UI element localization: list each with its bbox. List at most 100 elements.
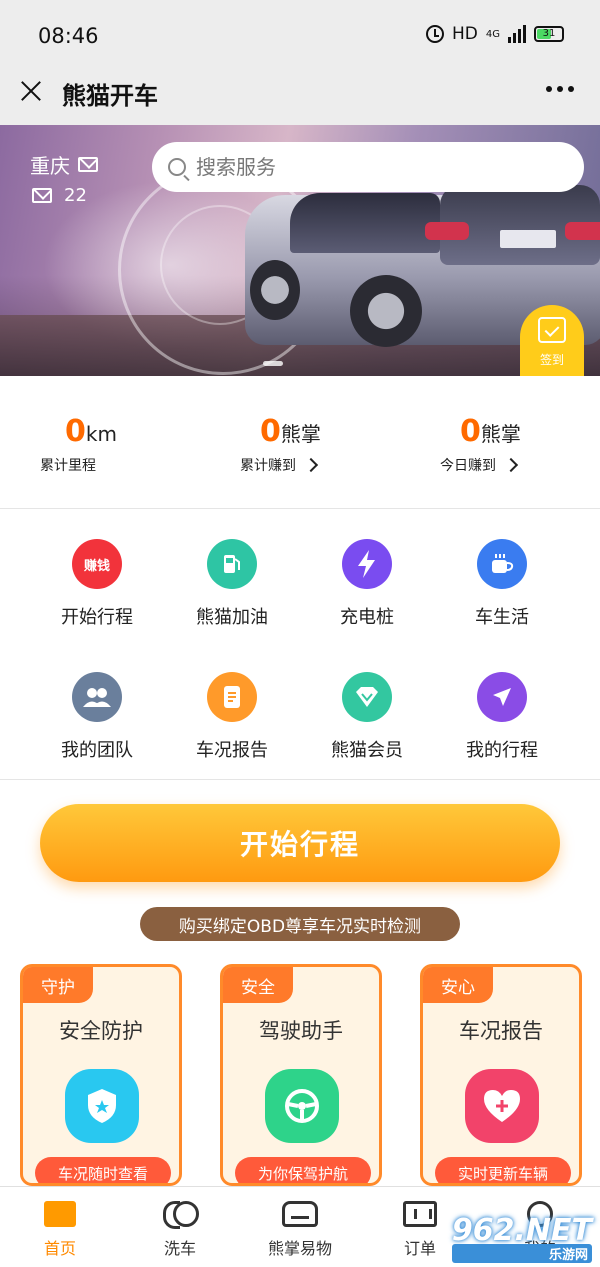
close-icon[interactable] [18, 78, 44, 104]
service-charging[interactable]: 充电桩 [302, 539, 432, 629]
order-icon [403, 1201, 437, 1227]
carousel-indicator [263, 361, 283, 366]
diamond-icon [342, 672, 392, 722]
checkin-label: 签到 [539, 353, 564, 367]
car-tail-light [425, 222, 469, 240]
service-membership[interactable]: 熊猫会员 [302, 672, 432, 762]
network-label: HD [452, 24, 478, 44]
feature-card-driving-assistant[interactable]: 安全 驾驶助手 为你保驾护航 [220, 964, 382, 1186]
steering-wheel-icon [265, 1069, 339, 1143]
heart-plus-icon [465, 1069, 539, 1143]
stat-value: 0 [260, 414, 281, 449]
stat-label: 今日赚到 [440, 458, 496, 474]
promo-banner[interactable]: 重庆 22 签到 [0, 125, 600, 376]
services-grid: 赚钱 开始行程 熊猫加油 充电桩 车生活 我的团队 车况报告 熊猫会员 我的行程 [0, 509, 600, 780]
card-title: 车况报告 [459, 1019, 543, 1043]
stat-total-earned[interactable]: 0 熊掌 累计赚到 [240, 414, 321, 475]
plane-icon [477, 672, 527, 722]
message-indicator[interactable]: 22 [32, 185, 87, 206]
alarm-icon [426, 25, 444, 43]
search-box[interactable] [152, 142, 584, 192]
stat-unit: 熊掌 [280, 422, 321, 446]
service-label: 熊猫加油 [196, 607, 268, 628]
stat-value: 0 [460, 414, 481, 449]
card-tag: 安心 [423, 967, 493, 1003]
nav-home[interactable]: 首页 [10, 1201, 110, 1259]
nav-label: 订单 [403, 1239, 436, 1258]
stat-value: 0 [65, 414, 86, 449]
card-button[interactable]: 实时更新车辆 [435, 1157, 571, 1183]
watermark-text: 962.NET [451, 1213, 592, 1248]
home-icon [44, 1201, 76, 1227]
service-label: 车生活 [475, 607, 529, 628]
service-label: 车况报告 [196, 740, 268, 761]
service-car-report[interactable]: 车况报告 [167, 672, 297, 762]
coffee-cup-icon [477, 539, 527, 589]
service-start-trip[interactable]: 赚钱 开始行程 [32, 539, 162, 629]
team-icon [72, 672, 122, 722]
shield-star-icon [65, 1069, 139, 1143]
service-label: 我的团队 [61, 740, 133, 761]
feature-card-car-report[interactable]: 安心 车况报告 实时更新车辆 [420, 964, 582, 1186]
car-wash-icon [163, 1201, 199, 1229]
search-input[interactable] [196, 155, 556, 179]
city-selector[interactable]: 重庆 [30, 150, 98, 179]
card-tag: 安全 [223, 967, 293, 1003]
calendar-check-icon [538, 317, 566, 343]
car-tail-light [565, 222, 600, 240]
battery-icon: 31 [534, 26, 564, 42]
stat-total-mileage: 0 km 累计里程 [40, 414, 117, 475]
nav-car-wash[interactable]: 洗车 [130, 1201, 230, 1259]
car-icon [282, 1201, 318, 1227]
service-label: 我的行程 [466, 740, 538, 761]
page-title: 熊猫开车 [62, 82, 158, 110]
title-bar: 熊猫开车 [0, 70, 600, 125]
message-count: 22 [64, 185, 87, 206]
service-label: 开始行程 [61, 607, 133, 628]
service-label: 熊猫会员 [331, 740, 403, 761]
site-watermark: 962.NET 乐游网 [451, 1213, 592, 1263]
status-icons: HD 4G 31 [426, 24, 564, 44]
service-fuel[interactable]: 熊猫加油 [167, 539, 297, 629]
stat-unit: km [85, 422, 117, 446]
more-icon[interactable] [546, 86, 574, 92]
earn-money-icon: 赚钱 [72, 539, 122, 589]
mail-icon [78, 157, 98, 172]
lightning-icon [342, 539, 392, 589]
card-tag: 守护 [23, 967, 93, 1003]
chevron-right-icon [503, 457, 519, 473]
car-plate-graphic [500, 230, 556, 248]
signal-icon [508, 25, 526, 43]
service-my-team[interactable]: 我的团队 [32, 672, 162, 762]
nav-exchange[interactable]: 熊掌易物 [250, 1201, 350, 1259]
nav-label: 洗车 [163, 1239, 196, 1258]
nav-label: 熊掌易物 [267, 1239, 332, 1258]
service-car-life[interactable]: 车生活 [437, 539, 567, 629]
card-title: 安全防护 [59, 1019, 143, 1043]
start-trip-button[interactable]: 开始行程 [40, 804, 560, 882]
stat-unit: 熊掌 [480, 422, 521, 446]
city-name: 重庆 [30, 154, 70, 178]
car-wheel-graphic [250, 260, 300, 320]
stat-today-earned[interactable]: 0 熊掌 今日赚到 [440, 414, 521, 475]
stats-section: 0 km 累计里程 0 熊掌 累计赚到 0 熊掌 今日赚到 [0, 376, 600, 509]
service-my-trips[interactable]: 我的行程 [437, 672, 567, 762]
status-time: 08:46 [38, 24, 99, 48]
search-icon [168, 158, 186, 176]
report-icon [207, 672, 257, 722]
card-button[interactable]: 为你保驾护航 [235, 1157, 371, 1183]
status-bar: 08:46 HD 4G 31 [0, 0, 600, 70]
service-label: 充电桩 [340, 607, 394, 628]
nav-label: 首页 [43, 1239, 76, 1258]
car-wheel-graphic [350, 275, 422, 347]
mail-icon [32, 188, 52, 203]
fuel-pump-icon [207, 539, 257, 589]
signal-type: 4G [485, 28, 500, 40]
battery-level: 31 [542, 28, 556, 39]
obd-promo-banner[interactable]: 购买绑定OBD尊享车况实时检测 [140, 907, 460, 941]
checkin-button[interactable]: 签到 [520, 305, 584, 376]
feature-card-safety[interactable]: 守护 安全防护 车况随时查看 [20, 964, 182, 1186]
stat-label: 累计赚到 [240, 458, 296, 474]
car-window-graphic [290, 193, 440, 253]
card-button[interactable]: 车况随时查看 [35, 1157, 171, 1183]
